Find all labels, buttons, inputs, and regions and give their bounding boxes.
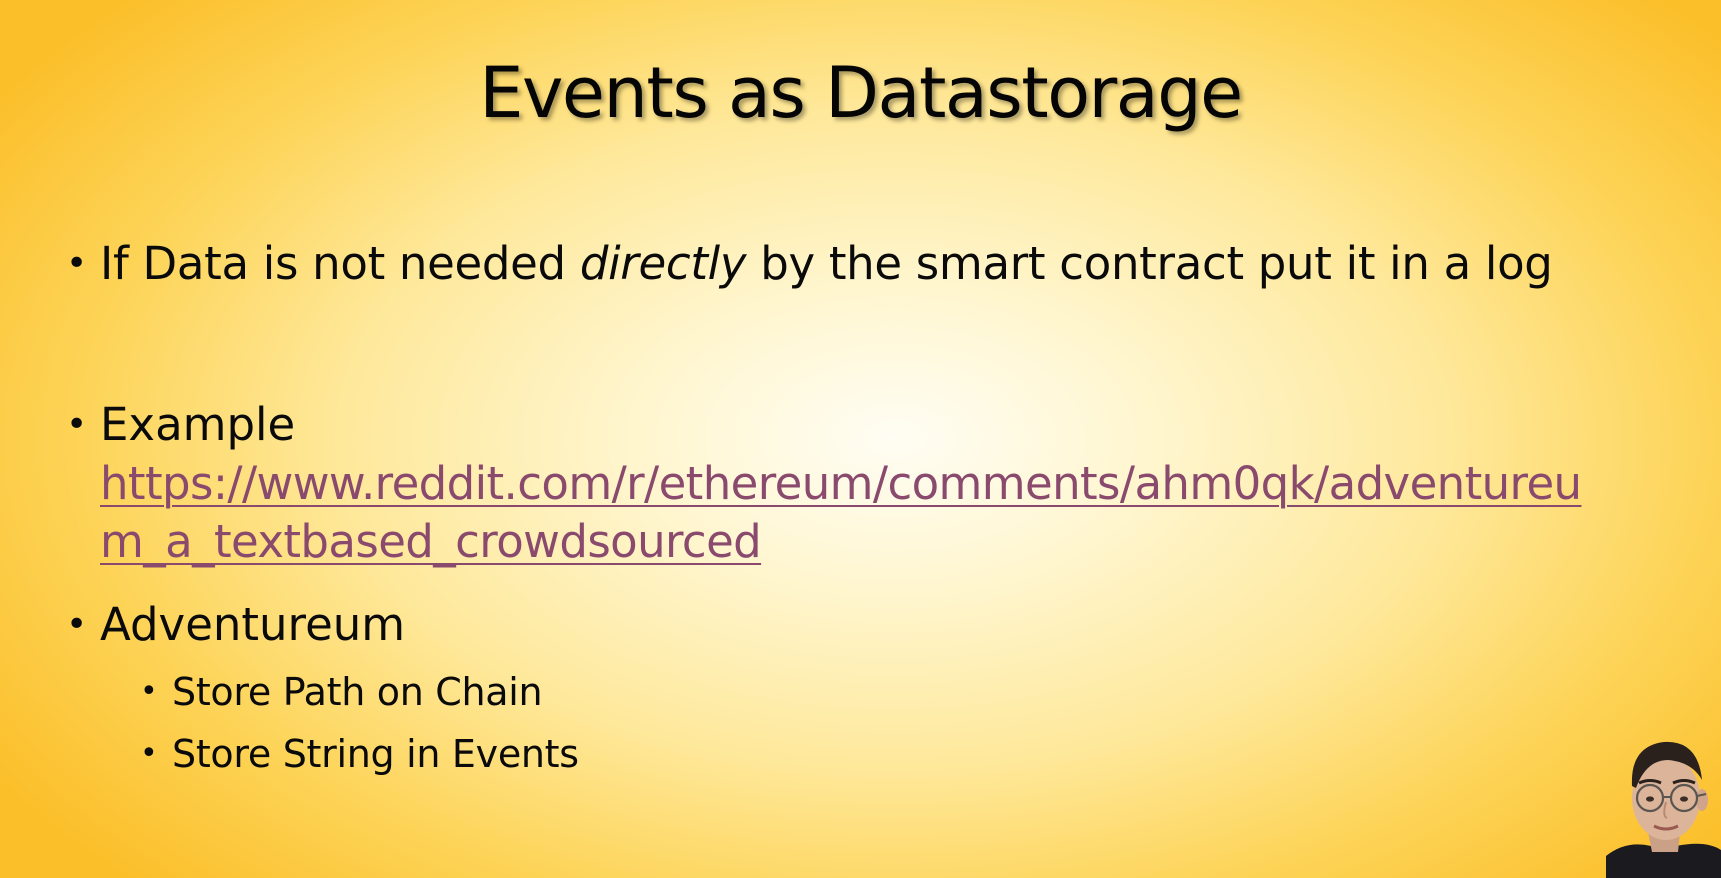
bullet-text-example: Example — [100, 398, 296, 451]
presenter-face-icon — [1606, 741, 1721, 878]
sub-bullet-text-string: Store String in Events — [172, 732, 579, 776]
bullet-list: • If Data is not needed directly by the … — [0, 0, 1721, 878]
bullet-item-adventureum: • Adventureum — [66, 596, 406, 654]
presenter-webcam-icon — [1606, 728, 1721, 878]
reddit-link-line2: m_a_textbased_crowdsourced — [100, 515, 762, 568]
sub-bullet-text-path: Store Path on Chain — [172, 670, 543, 714]
sub-bullet-store-string: • Store String in Events — [140, 729, 579, 779]
bullet-text-adventureum: Adventureum — [100, 598, 406, 651]
bullet-item-example: • Example — [66, 396, 296, 454]
slide: Events as Datastorage • If Data is not n… — [0, 0, 1721, 878]
bullet-item-log: • If Data is not needed directly by the … — [66, 235, 1553, 293]
sub-bullet-store-path: • Store Path on Chain — [140, 667, 543, 717]
bullet-dot-icon: • — [66, 404, 88, 445]
bullet-text-post: by the smart contract put it in a log — [746, 237, 1553, 290]
sub-bullet-dot-icon: • — [140, 674, 158, 709]
reddit-link-line1: https://www.reddit.com/r/ethereum/commen… — [100, 457, 1582, 510]
sub-bullet-dot-icon: • — [140, 736, 158, 771]
bullet-text-pre: If Data is not needed — [100, 237, 580, 290]
bullet-dot-icon: • — [66, 243, 87, 284]
bullet-dot-icon: • — [66, 604, 88, 645]
bullet-text-emphasis: directly — [579, 237, 747, 290]
reddit-link[interactable]: https://www.reddit.com/r/ethereum/commen… — [100, 455, 1700, 571]
